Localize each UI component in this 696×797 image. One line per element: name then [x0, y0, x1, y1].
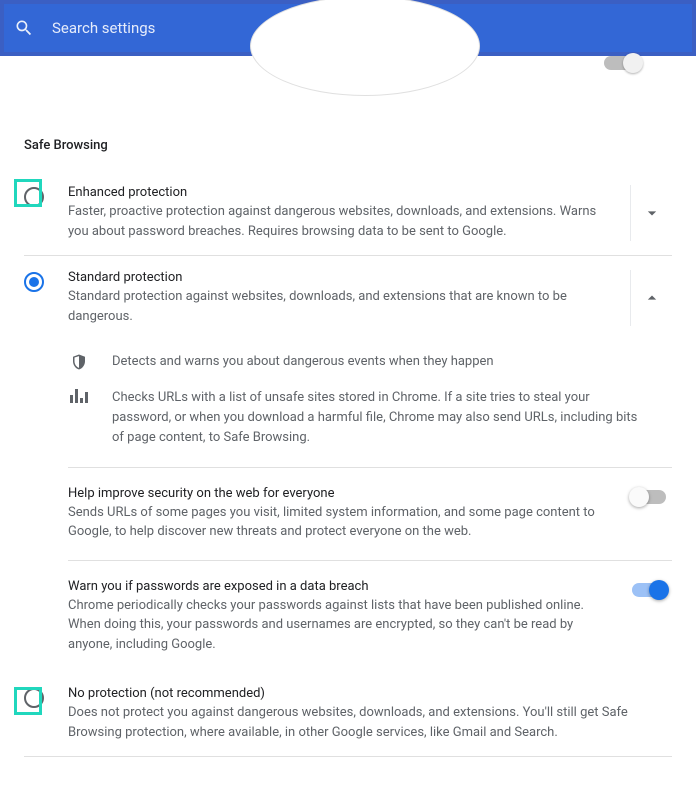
shield-icon	[70, 353, 88, 371]
chevron-down-icon	[642, 203, 662, 223]
sub-title: Warn you if passwords are exposed in a d…	[68, 579, 614, 594]
settings-card: Safe Browsing Enhanced protection Faster…	[16, 56, 680, 797]
toggle-help-improve[interactable]	[632, 490, 666, 504]
previous-section-peek	[16, 56, 680, 96]
collapse-standard[interactable]	[630, 270, 672, 326]
toggle-switch[interactable]	[604, 56, 640, 70]
detail-text: Checks URLs with a list of unsafe sites …	[112, 388, 672, 448]
option-title: Standard protection	[68, 270, 620, 285]
sub-help-improve: Help improve security on the web for eve…	[68, 467, 672, 560]
toggle-password-breach[interactable]	[632, 583, 666, 597]
option-no-protection[interactable]: No protection (not recommended) Does not…	[24, 672, 672, 757]
detail-text: Detects and warns you about dangerous ev…	[112, 352, 672, 372]
sub-title: Help improve security on the web for eve…	[68, 486, 614, 501]
chevron-up-icon	[642, 288, 662, 308]
section-title: Safe Browsing	[24, 104, 672, 171]
option-desc: Faster, proactive protection against dan…	[68, 202, 620, 241]
highlight-no-protection-radio	[14, 687, 42, 715]
option-desc: Standard protection against websites, do…	[68, 287, 620, 326]
option-desc: Does not protect you against dangerous w…	[68, 703, 662, 742]
sub-password-breach: Warn you if passwords are exposed in a d…	[68, 560, 672, 673]
bars-icon	[70, 389, 88, 403]
highlight-enhanced-radio	[14, 179, 42, 207]
expand-enhanced[interactable]	[630, 185, 672, 241]
standard-detail-1: Detects and warns you about dangerous ev…	[24, 340, 672, 376]
radio-standard[interactable]	[24, 272, 44, 292]
sub-desc: Chrome periodically checks your password…	[68, 596, 614, 655]
option-title: No protection (not recommended)	[68, 686, 662, 701]
option-enhanced[interactable]: Enhanced protection Faster, proactive pr…	[24, 171, 672, 256]
sub-desc: Sends URLs of some pages you visit, limi…	[68, 503, 614, 542]
option-title: Enhanced protection	[68, 185, 620, 200]
standard-detail-2: Checks URLs with a list of unsafe sites …	[24, 376, 672, 452]
option-standard[interactable]: Standard protection Standard protection …	[24, 256, 672, 340]
search-icon	[14, 18, 34, 38]
